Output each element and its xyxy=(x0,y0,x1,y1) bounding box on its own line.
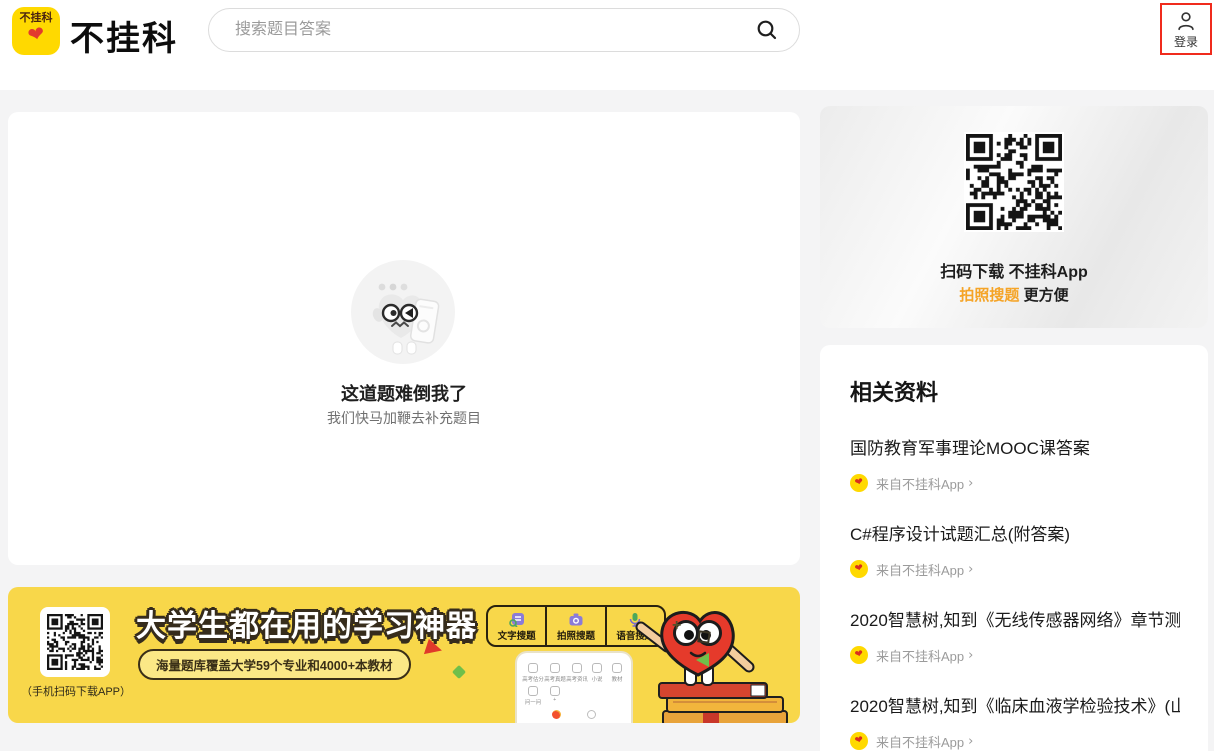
banner-qr-box xyxy=(40,607,110,677)
feature-text-search: 文字搜题 xyxy=(488,607,545,645)
mini-app-icon xyxy=(528,686,538,696)
download-card: 扫码下载 不挂科App 拍照搜题 更方便 xyxy=(820,106,1208,328)
heart-icon: ❤ xyxy=(854,477,864,489)
related-item[interactable]: C#程序设计试题汇总(附答案) ❤ 来自不挂科App › xyxy=(850,523,1180,579)
related-item-title[interactable]: 2020智慧树,知到《临床血液学检验技术》(山… xyxy=(850,695,1180,719)
download-card-line2: 拍照搜题 更方便 xyxy=(820,284,1208,305)
decor-triangle-icon xyxy=(424,639,444,659)
mini-app-label: + xyxy=(553,697,556,702)
photo-search-highlight: 拍照搜题 xyxy=(959,287,1019,304)
app-logo-badge: ❤ xyxy=(850,474,868,492)
download-qr-code xyxy=(47,614,103,670)
empty-state-subtitle: 我们快马加鞭去补充题目 xyxy=(8,408,800,428)
mini-app-icon xyxy=(528,663,538,673)
related-item-source-label: 来自不挂科App xyxy=(876,560,964,579)
result-card: 这道题难倒我了 我们快马加鞭去补充题目 xyxy=(8,112,800,565)
related-item[interactable]: 2020智慧树,知到《临床血液学检验技术》(山… ❤ 来自不挂科App › xyxy=(850,695,1180,751)
search-bar[interactable] xyxy=(208,8,800,52)
decor-square-icon xyxy=(697,630,711,644)
decor-sparkle-icon: + xyxy=(672,619,686,633)
heart-icon: ❤ xyxy=(854,563,864,575)
empty-state-illustration xyxy=(351,260,455,364)
login-label: 登录 xyxy=(1174,33,1198,50)
heart-icon: ❤ xyxy=(854,735,864,747)
search-icon xyxy=(755,18,779,42)
banner-qr-caption: （手机扫码下载APP） xyxy=(8,683,144,699)
related-item-source[interactable]: ❤ 来自不挂科App › xyxy=(850,559,1180,579)
search-button[interactable] xyxy=(753,16,781,44)
login-button[interactable]: 登录 xyxy=(1160,3,1212,55)
app-logo-text: 不挂科 xyxy=(20,13,53,24)
brand-wordmark[interactable]: 不挂科 xyxy=(70,11,178,60)
chevron-right-icon: › xyxy=(968,562,973,577)
decor-triangle-icon xyxy=(696,653,709,667)
chevron-right-icon: › xyxy=(968,476,973,491)
related-materials-card: 相关资料 国防教育军事理论MOOC课答案 ❤ 来自不挂科App › C#程序设计… xyxy=(820,345,1208,751)
app-logo-badge: ❤ xyxy=(850,732,868,750)
related-item-source-label: 来自不挂科App xyxy=(876,646,964,665)
empty-state-title: 这道题难倒我了 xyxy=(8,380,800,406)
promo-banner[interactable]: （手机扫码下载APP） 大学生都在用的学习神器 海量题库覆盖大学59个专业和40… xyxy=(8,587,800,723)
app-logo-badge: ❤ xyxy=(850,646,868,664)
user-icon xyxy=(1175,10,1197,32)
heart-icon: ❤ xyxy=(854,649,864,661)
qr-wrap xyxy=(964,132,1064,232)
feature-label: 文字搜题 xyxy=(498,628,536,642)
chevron-right-icon: › xyxy=(968,648,973,663)
mascot-sad-icon xyxy=(351,260,455,364)
related-item-source-label: 来自不挂科App xyxy=(876,732,964,751)
mini-app-entry: 问一问 xyxy=(524,686,541,706)
chevron-right-icon: › xyxy=(968,734,973,749)
mini-app-entry: 高考估分 xyxy=(524,663,541,683)
related-item-source-label: 来自不挂科App xyxy=(876,474,964,493)
search-input[interactable] xyxy=(233,20,753,40)
mini-app-entry: + xyxy=(546,686,563,706)
related-item-source[interactable]: ❤ 来自不挂科App › xyxy=(850,473,1180,493)
decor-diamond-icon xyxy=(452,665,466,679)
header: 不挂科 ❤ 不挂科 登录 xyxy=(0,0,1214,90)
camera-icon xyxy=(568,612,584,627)
related-item-title[interactable]: 国防教育军事理论MOOC课答案 xyxy=(850,437,1180,461)
banner-headline: 大学生都在用的学习神器 xyxy=(136,601,477,645)
mini-tab-active-icon xyxy=(552,710,561,719)
app-logo-badge: ❤ xyxy=(850,560,868,578)
mini-app-label: 问一问 xyxy=(524,697,540,705)
related-item-source[interactable]: ❤ 来自不挂科App › xyxy=(850,645,1180,665)
related-title: 相关资料 xyxy=(850,375,1180,407)
mini-app-icon xyxy=(572,663,582,673)
text-search-icon xyxy=(509,612,525,627)
page: 不挂科 ❤ 不挂科 登录 xyxy=(0,0,1214,751)
download-qr-code xyxy=(966,134,1062,230)
heart-icon: ❤ xyxy=(26,23,47,46)
related-item-source[interactable]: ❤ 来自不挂科App › xyxy=(850,731,1180,751)
banner-subline-pill: 海量题库覆盖大学59个专业和4000+本教材 xyxy=(138,649,411,680)
related-item[interactable]: 2020智慧树,知到《无线传感器网络》章节测… ❤ 来自不挂科App › xyxy=(850,609,1180,665)
app-logo[interactable]: 不挂科 ❤ xyxy=(12,7,60,55)
mini-app-label: 高考真题 xyxy=(544,674,566,682)
mini-app-entry: 高考真题 xyxy=(546,663,563,683)
related-item-title[interactable]: 2020智慧树,知到《无线传感器网络》章节测… xyxy=(850,609,1180,633)
related-item[interactable]: 国防教育军事理论MOOC课答案 ❤ 来自不挂科App › xyxy=(850,437,1180,493)
heart-mascot-illustration xyxy=(583,605,800,723)
mini-app-label: 高考估分 xyxy=(522,674,544,682)
download-card-line2-rest: 更方便 xyxy=(1019,287,1068,304)
related-item-title[interactable]: C#程序设计试题汇总(附答案) xyxy=(850,523,1180,547)
mini-app-icon xyxy=(550,663,560,673)
mini-app-icon xyxy=(550,686,560,696)
download-card-line1: 扫码下载 不挂科App xyxy=(820,258,1208,282)
